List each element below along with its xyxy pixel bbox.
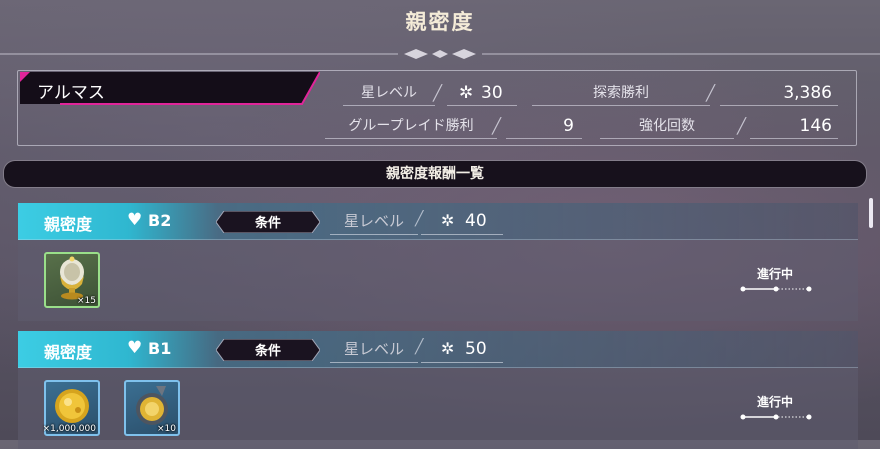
affinity-rank: B1 [148, 339, 172, 358]
reward-item-slot[interactable]: ×1,000,000 [42, 380, 100, 436]
separator-slash: ╱ [706, 84, 716, 102]
requirement-value: ✲ 40 [421, 208, 503, 235]
status-label: 進行中 [756, 395, 793, 409]
reward-quantity: ×10 [157, 424, 176, 434]
reward-item-slot[interactable]: ×15 [44, 252, 100, 308]
explore-wins-label: 探索勝利 [532, 80, 710, 106]
raid-wins-label: グループレイド勝利 [325, 113, 497, 139]
separator-slash: ╱ [433, 84, 443, 102]
raid-wins-value: 9 [506, 113, 582, 139]
progress-indicator [740, 414, 812, 420]
condition-badge-label: 条件 [254, 344, 281, 359]
progress-indicator [740, 286, 812, 292]
heart-icon: ♥ [127, 210, 143, 230]
reward-quantity: ×15 [77, 296, 96, 306]
requirement-label: 星レベル [330, 336, 418, 363]
star-icon: ✲ [459, 83, 474, 103]
affinity-label: 親密度 [44, 343, 93, 362]
status-label: 進行中 [756, 267, 793, 281]
reward-list-header: 親密度報酬一覧 [3, 160, 867, 188]
explore-wins-value: 3,386 [720, 80, 838, 106]
enhance-count-value: 146 [750, 113, 838, 139]
reward-item-slot[interactable]: ×10 [124, 380, 180, 436]
reward-card-b1[interactable]: 親密度 ♥ B1 条件 星レベル ╱ ✲ 50 ×1,000,000 ×10 進… [18, 331, 858, 449]
page-title: 親密度 [405, 10, 475, 34]
heart-icon: ♥ [127, 338, 143, 358]
condition-badge-label: 条件 [254, 216, 281, 231]
scrollbar-thumb[interactable] [869, 198, 873, 228]
requirement-value: ✲ 50 [421, 336, 503, 363]
requirement-label: 星レベル [330, 208, 418, 235]
reward-card-b2[interactable]: 親密度 ♥ B2 条件 星レベル ╱ ✲ 40 ×15 進行中 [18, 203, 858, 321]
enhance-count-label: 強化回数 [600, 113, 734, 139]
affinity-rank: B2 [148, 211, 172, 230]
affinity-label: 親密度 [44, 215, 93, 234]
title-divider [0, 49, 880, 59]
star-level-value: ✲ 30 [447, 80, 517, 106]
separator-slash: ╱ [737, 117, 747, 135]
separator-slash: ╱ [492, 117, 502, 135]
reward-quantity: ×1,000,000 [42, 424, 96, 434]
star-level-label: 星レベル [343, 80, 435, 106]
star-icon: ✲ [441, 339, 455, 358]
character-name: アルマス [37, 83, 105, 103]
star-icon: ✲ [441, 211, 455, 230]
